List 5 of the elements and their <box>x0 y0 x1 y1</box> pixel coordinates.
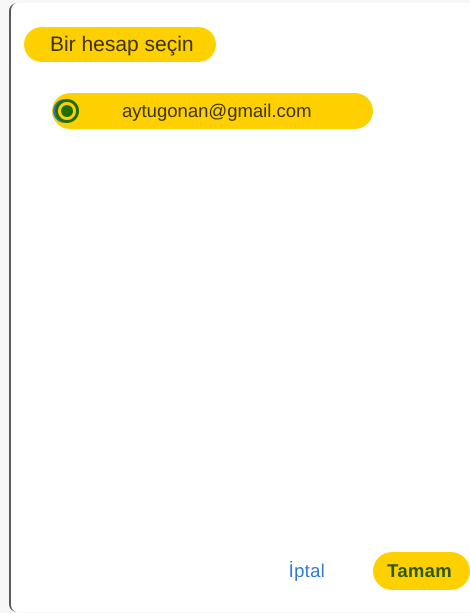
dialog-title: Bir hesap seçin <box>24 27 216 62</box>
dialog-button[interactable]: Tamam <box>373 552 470 590</box>
account-option[interactable]: aytugonan@gmail.com <box>52 93 373 129</box>
radio-button[interactable] <box>55 99 79 123</box>
dialog-button[interactable]: İptal <box>270 552 344 590</box>
